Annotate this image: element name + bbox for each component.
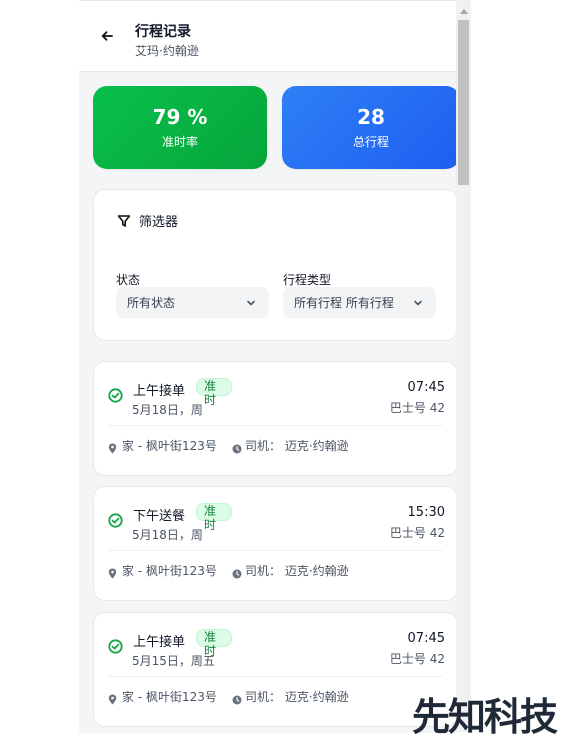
scrollbar-thumb[interactable] (458, 20, 469, 185)
watermark: 先知科技 (412, 695, 558, 739)
check-circle-icon (108, 639, 123, 654)
trip-type-select-value: 所有行程 所有行程 (294, 296, 394, 310)
total-trips-label: 总行程 (352, 135, 389, 149)
check-circle-icon (108, 513, 123, 528)
student-name: 艾玛·约翰逊 (135, 44, 199, 58)
trip-driver: 司机： 迈克·约翰逊 (245, 439, 349, 453)
total-trips-card: 28 总行程 (282, 86, 456, 169)
status-label: 状态 (116, 273, 141, 287)
header: 行程记录 艾玛·约翰逊 (79, 1, 456, 72)
trip-type-select[interactable]: 所有行程 所有行程 (283, 287, 436, 318)
chevron-down-icon (246, 297, 256, 307)
check-circle-icon (108, 388, 123, 403)
divider (108, 425, 443, 426)
on-time-rate-value: 79 % (152, 105, 208, 129)
filter-card: 筛选器 状态 所有状态 行程类型 所有行程 所有行程 (93, 189, 456, 341)
bus-number: 巴士号 42 (389, 401, 445, 415)
trip-location: 家 - 枫叶街123号 (122, 439, 217, 453)
status-select-value: 所有状态 (127, 296, 176, 310)
clock-icon (232, 690, 242, 705)
divider (108, 550, 443, 551)
status-select[interactable]: 所有状态 (116, 287, 269, 318)
clock-icon (232, 564, 242, 579)
trip-time: 15:30 (407, 505, 445, 520)
clock-icon (232, 439, 242, 454)
map-pin-icon (108, 439, 117, 454)
on-time-rate-label: 准时率 (161, 135, 198, 149)
map-pin-icon (108, 690, 117, 705)
trip-card[interactable]: 上午接单 准时 5月15日，周五 07:45 巴士号 42 家 - 枫叶街123… (93, 612, 456, 727)
trip-date: 5月15日，周五 (132, 654, 215, 668)
trip-driver: 司机： 迈克·约翰逊 (245, 690, 349, 704)
filter-title: 筛选器 (139, 215, 179, 230)
app-frame: 行程记录 艾玛·约翰逊 79 % 准时率 28 总行程 筛选器 状态 所有状态 … (79, 0, 456, 733)
divider (108, 676, 443, 677)
trip-type-label: 行程类型 (283, 273, 332, 287)
trip-title: 上午接单 (133, 384, 186, 399)
trip-driver: 司机： 迈克·约翰逊 (245, 564, 349, 578)
trip-date: 5月18日，周 (132, 528, 203, 542)
trip-title: 上午接单 (133, 635, 186, 650)
trip-time: 07:45 (407, 380, 445, 395)
bus-number: 巴士号 42 (389, 526, 445, 540)
on-time-rate-card: 79 % 准时率 (93, 86, 267, 169)
map-pin-icon (108, 564, 117, 579)
trip-location: 家 - 枫叶街123号 (122, 690, 217, 704)
status-badge: 准时 (196, 629, 232, 658)
status-badge: 准时 (196, 378, 232, 407)
status-badge: 准时 (196, 503, 232, 532)
trip-time: 07:45 (407, 631, 445, 646)
back-arrow-icon[interactable] (99, 28, 115, 44)
scroll-up-arrow-icon[interactable] (460, 9, 468, 14)
filter-icon (117, 213, 131, 227)
trip-card[interactable]: 上午接单 准时 5月18日，周 07:45 巴士号 42 家 - 枫叶街123号… (93, 361, 456, 476)
total-trips-value: 28 (357, 105, 385, 129)
trip-location: 家 - 枫叶街123号 (122, 564, 217, 578)
trip-date: 5月18日，周 (132, 403, 203, 417)
bus-number: 巴士号 42 (389, 652, 445, 666)
page-title: 行程记录 (135, 24, 191, 40)
trip-card[interactable]: 下午送餐 准时 5月18日，周 15:30 巴士号 42 家 - 枫叶街123号… (93, 486, 456, 601)
trip-title: 下午送餐 (133, 509, 186, 524)
chevron-down-icon (413, 297, 423, 307)
